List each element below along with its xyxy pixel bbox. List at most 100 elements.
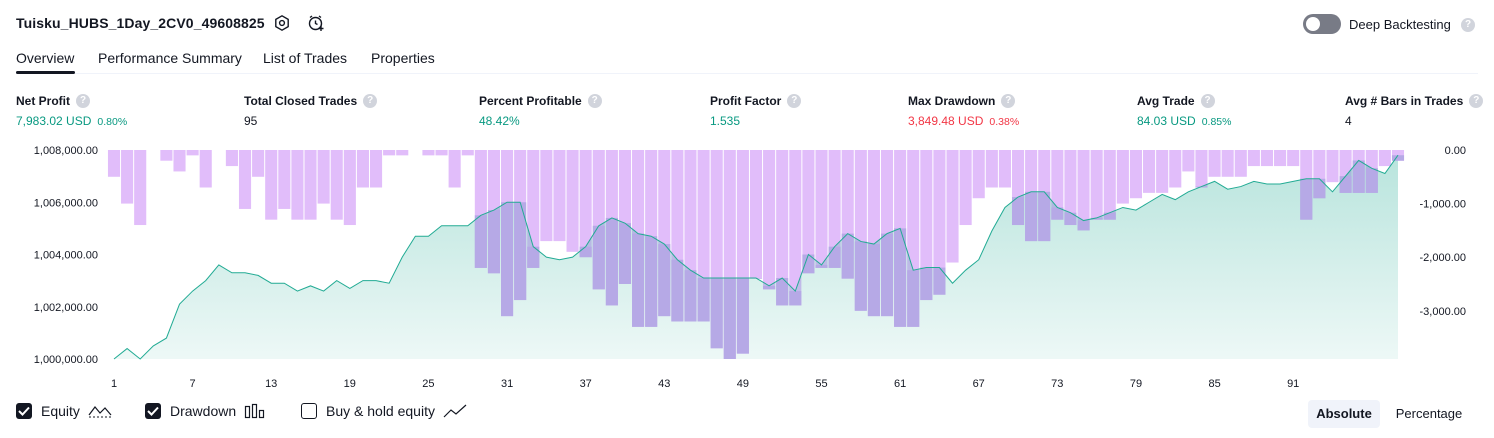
drawdown-bar — [1326, 150, 1339, 183]
drawdown-bar-overlap — [658, 244, 671, 317]
gear-icon — [275, 15, 289, 31]
drawdown-bar — [1274, 150, 1287, 167]
drawdown-bar — [749, 150, 763, 279]
x-axis-tick-label: 73 — [1051, 378, 1063, 390]
tab-performance-summary[interactable]: Performance Summary — [98, 50, 242, 66]
toggle-knob — [1306, 17, 1320, 31]
drawdown-bar — [278, 150, 291, 209]
drawdown-bar-overlap — [645, 236, 658, 327]
x-axis-tick-label: 67 — [973, 378, 985, 390]
left-axis-tick-label: 1,004,000.00 — [34, 250, 98, 262]
x-axis-tick-label: 7 — [190, 378, 196, 390]
drawdown-bar-overlap — [618, 223, 632, 284]
help-icon[interactable]: ? — [1200, 94, 1215, 108]
drawdown-bar-overlap — [1300, 178, 1313, 220]
drawdown-bar — [343, 150, 356, 226]
metric-label: Profit Factor — [710, 94, 782, 108]
drawdown-bar — [330, 150, 343, 220]
drawdown-bar — [186, 150, 199, 156]
drawdown-bar-overlap — [632, 233, 645, 327]
drawdown-bar — [1208, 150, 1221, 177]
legend-buy-hold-toggle[interactable]: Buy & hold equity — [301, 403, 467, 419]
drawdown-bar-overlap — [1077, 220, 1090, 231]
drawdown-bar-overlap — [671, 259, 684, 322]
drawdown-bar — [946, 150, 959, 263]
help-icon[interactable]: ? — [587, 94, 602, 108]
drawdown-bar-overlap — [1011, 197, 1025, 226]
right-axis-tick-label: -3,000.00 — [1420, 306, 1466, 318]
drawdown-bar-overlap — [1064, 212, 1077, 226]
drawdown-bar-overlap — [828, 246, 841, 268]
drawdown-bar-overlap — [1365, 168, 1378, 193]
drawdown-bar — [985, 150, 998, 188]
help-icon[interactable]: ? — [1461, 18, 1475, 32]
strategy-header: Tuisku_HUBS_1Day_2CV0_49608825 Deep Back… — [0, 0, 1494, 46]
tab-overview[interactable]: Overview — [16, 50, 74, 66]
drawdown-bar-overlap — [1339, 176, 1352, 193]
equity-drawdown-chart[interactable]: 1,008,000.00 1,006,000.00 1,004,000.00 1,00… — [0, 138, 1494, 398]
drawdown-bar — [815, 150, 828, 268]
add-alert-icon — [308, 15, 324, 31]
drawdown-bar — [265, 150, 278, 220]
drawdown-bar — [1287, 150, 1300, 167]
drawdown-bar — [383, 150, 396, 156]
legend-equity-toggle[interactable]: Equity — [16, 403, 112, 419]
legend-label: Drawdown — [170, 403, 237, 419]
drawdown-bar-overlap — [907, 270, 920, 327]
buy-hold-checkbox[interactable] — [301, 403, 317, 419]
tab-properties[interactable]: Properties — [371, 50, 435, 66]
x-axis-tick-label: 91 — [1287, 378, 1299, 390]
drawdown-bar-overlap — [487, 210, 501, 274]
x-axis-tick-label: 49 — [737, 378, 749, 390]
metric-profit-factor: Profit Factor? 1.535 — [710, 94, 802, 128]
drawdown-bar-overlap — [867, 244, 880, 317]
metric-avg-bars-in-trades: Avg # Bars in Trades? 4 — [1345, 94, 1484, 128]
metric-net-profit: Net Profit? 7,983.02 USD 0.80% — [16, 94, 127, 128]
strategy-title: Tuisku_HUBS_1Day_2CV0_49608825 — [16, 15, 265, 31]
settings-button[interactable] — [272, 13, 292, 33]
legend-drawdown-toggle[interactable]: Drawdown — [145, 403, 266, 419]
tab-list-of-trades[interactable]: List of Trades — [263, 50, 347, 66]
drawdown-bar — [763, 150, 776, 290]
absolute-view-button[interactable]: Absolute — [1308, 400, 1380, 428]
drawdown-bar — [1182, 150, 1195, 172]
drawdown-bar-overlap — [789, 291, 802, 306]
drawdown-bar — [121, 150, 134, 204]
metric-value: 84.03 USD — [1137, 114, 1196, 128]
x-axis-tick-label: 13 — [265, 378, 277, 390]
drawdown-bar-overlap — [697, 278, 710, 322]
drawdown-bar — [356, 150, 369, 188]
equity-checkbox[interactable] — [16, 403, 32, 419]
drawdown-bar — [1129, 150, 1143, 199]
x-axis-tick-label: 85 — [1208, 378, 1220, 390]
x-axis-tick-label: 1 — [111, 378, 117, 390]
drawdown-bar — [291, 150, 304, 220]
metric-value: 48.42% — [479, 114, 520, 128]
metric-label: Max Drawdown — [908, 94, 996, 108]
metric-max-drawdown: Max Drawdown? 3,849.48 USD 0.38% — [908, 94, 1019, 128]
drawdown-bar-overlap — [854, 241, 867, 311]
drawdown-bar — [1195, 150, 1208, 188]
deep-backtesting-toggle[interactable] — [1303, 14, 1341, 34]
equity-line-icon — [88, 406, 112, 418]
drawdown-bar — [1116, 150, 1129, 204]
drawdown-bar-overlap — [579, 246, 592, 258]
add-alert-button[interactable] — [306, 13, 326, 33]
drawdown-bar — [134, 150, 147, 226]
drawdown-bar — [998, 150, 1011, 188]
help-icon[interactable]: ? — [363, 94, 378, 108]
metric-value: 1.535 — [710, 114, 741, 128]
help-icon[interactable]: ? — [1001, 94, 1016, 108]
check-icon — [18, 406, 30, 416]
metric-label: Net Profit — [16, 94, 70, 108]
drawdown-checkbox[interactable] — [145, 403, 161, 419]
drawdown-bar-overlap — [933, 267, 946, 295]
percentage-view-button[interactable]: Percentage — [1386, 400, 1472, 428]
help-icon[interactable]: ? — [1469, 94, 1484, 108]
help-icon[interactable]: ? — [76, 94, 90, 108]
metric-avg-trade: Avg Trade? 84.03 USD 0.85% — [1137, 94, 1231, 128]
deep-backtesting-label: Deep Backtesting — [1349, 17, 1451, 32]
drawdown-bar-overlap — [605, 217, 618, 306]
help-icon[interactable]: ? — [787, 94, 802, 108]
drawdown-bar-overlap — [841, 233, 854, 279]
